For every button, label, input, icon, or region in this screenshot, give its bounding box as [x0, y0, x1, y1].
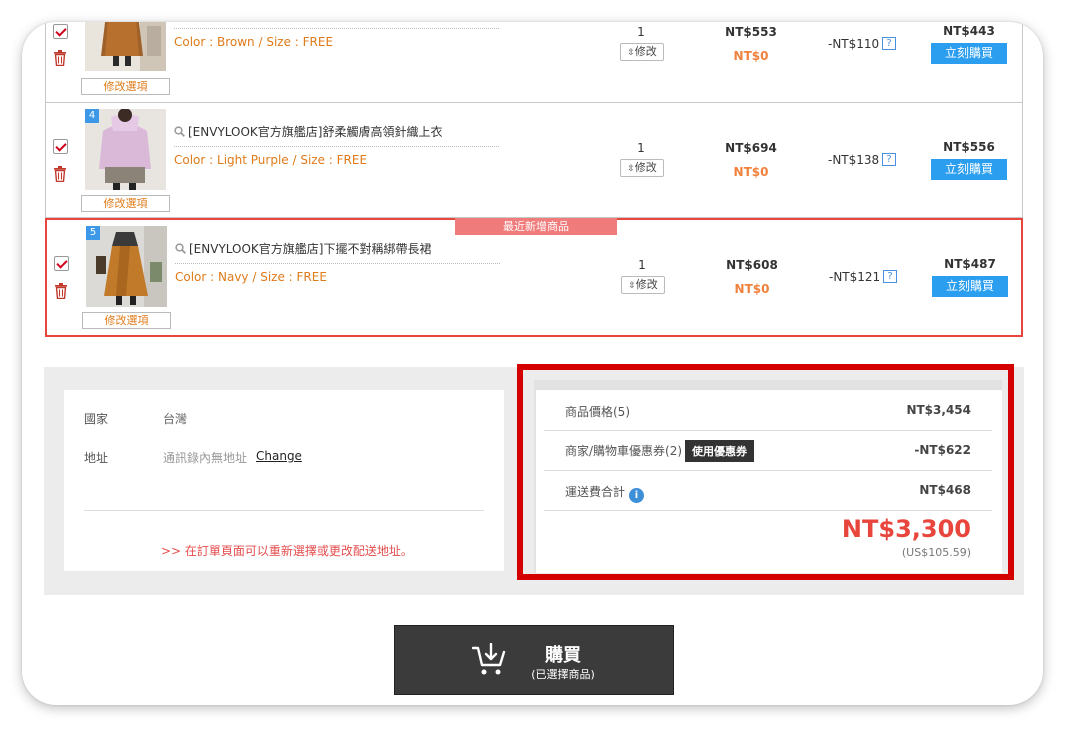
- item-checkbox[interactable]: [53, 24, 68, 39]
- edit-option-button[interactable]: 修改選項: [82, 312, 171, 329]
- product-price-value: NT$3,454: [906, 403, 971, 417]
- item-price: NT$694: [725, 141, 777, 155]
- edit-quantity-label: 修改: [634, 161, 657, 174]
- edit-quantity-label: 修改: [635, 278, 658, 291]
- item-checkbox[interactable]: [54, 256, 69, 271]
- use-coupon-button[interactable]: 使用優惠券: [685, 440, 755, 462]
- item-price: NT$553: [725, 25, 777, 39]
- edit-quantity-label: 修改: [634, 45, 657, 58]
- trash-icon[interactable]: [54, 283, 68, 299]
- coupon-value: -NT$622: [914, 443, 971, 457]
- divider: [544, 510, 992, 511]
- divider: [544, 430, 992, 431]
- product-name-divider: [174, 22, 499, 29]
- buy-now-button[interactable]: 立刻購買: [931, 43, 1007, 64]
- edit-quantity-button[interactable]: ⇳修改: [621, 276, 665, 294]
- purchase-sublabel: (已選擇商品): [531, 668, 595, 681]
- help-icon[interactable]: ?: [882, 153, 896, 166]
- product-name[interactable]: [ENVYLOOK官方旗艦店]下擺不對稱綁帶長裙: [175, 240, 500, 264]
- cart-item-row-recent: 最近新增商品 5 [ENVYLOOK官方旗艦店]下擺不對稱綁帶長裙 Color …: [45, 218, 1023, 337]
- product-color-size: Color : Light Purple / Size : FREE: [174, 153, 368, 167]
- item-shipping: NT$0: [733, 165, 769, 179]
- total-price: NT$3,300: [841, 515, 971, 543]
- item-final-price: NT$556: [943, 140, 995, 154]
- product-name-text: [ENVYLOOK官方旗艦店]舒柔觸膚高領針織上衣: [188, 125, 443, 139]
- shipping-row: 運送費合計 i: [565, 483, 645, 503]
- cart-item-row: Color : Brown / Size : FREE 修改選項 1 ⇳修改 N…: [45, 22, 1023, 103]
- item-index-badge: 4: [85, 109, 99, 123]
- product-price-label: 商品價格(5): [565, 405, 630, 419]
- product-image[interactable]: 5: [86, 226, 167, 307]
- trash-icon[interactable]: [53, 50, 67, 66]
- help-icon[interactable]: ?: [883, 270, 897, 283]
- product-image[interactable]: [85, 22, 166, 71]
- product-image[interactable]: 4: [85, 109, 166, 190]
- divider: [544, 470, 992, 471]
- purchase-button[interactable]: 購買 (已選擇商品): [394, 625, 674, 695]
- coupon-label: 商家/購物車優惠券(2): [565, 444, 683, 458]
- item-shipping: NT$0: [733, 49, 769, 63]
- quantity-value: 1: [638, 258, 646, 272]
- trash-icon[interactable]: [53, 166, 67, 182]
- stepper-icon: ⇳: [628, 281, 636, 291]
- change-address-link[interactable]: Change: [256, 449, 302, 463]
- item-final-price: NT$443: [943, 24, 995, 38]
- search-icon: [174, 126, 185, 137]
- buy-now-button[interactable]: 立刻購買: [932, 276, 1008, 297]
- country-label: 國家: [84, 412, 109, 426]
- buy-now-button[interactable]: 立刻購買: [931, 159, 1007, 180]
- item-price: NT$608: [726, 258, 778, 272]
- country-value: 台灣: [163, 412, 188, 426]
- quantity-value: 1: [637, 141, 645, 155]
- cart-item-row: 4 [ENVYLOOK官方旗艦店]舒柔觸膚高領針織上衣 Color : Ligh…: [45, 103, 1023, 218]
- address-label: 地址: [84, 451, 109, 465]
- address-note: >> 在訂單頁面可以重新選擇或更改配送地址。: [161, 544, 413, 558]
- total-price-usd: (US$105.59): [901, 546, 971, 559]
- shipping-value: NT$468: [919, 483, 971, 497]
- product-name-text: [ENVYLOOK官方旗艦店]下擺不對稱綁帶長裙: [189, 242, 432, 256]
- info-icon[interactable]: i: [629, 488, 645, 503]
- product-color-size: Color : Navy / Size : FREE: [175, 270, 327, 284]
- item-checkbox[interactable]: [53, 139, 68, 154]
- edit-quantity-button[interactable]: ⇳修改: [620, 159, 664, 177]
- recently-added-badge: 最近新增商品: [455, 218, 617, 235]
- stepper-icon: ⇳: [627, 164, 635, 174]
- help-icon[interactable]: ?: [882, 37, 896, 50]
- search-icon: [175, 243, 186, 254]
- item-index-badge: 5: [86, 226, 100, 240]
- summary-header-bar: [534, 380, 1002, 390]
- purchase-label: 購買: [545, 645, 581, 666]
- product-name[interactable]: [ENVYLOOK官方旗艦店]舒柔觸膚高領針織上衣: [174, 123, 499, 147]
- item-final-price: NT$487: [944, 257, 996, 271]
- item-discount: -NT$121: [829, 270, 881, 284]
- edit-quantity-button[interactable]: ⇳修改: [620, 43, 664, 61]
- item-shipping: NT$0: [734, 282, 770, 296]
- shipping-label: 運送費合計: [565, 485, 626, 499]
- quantity-value: 1: [637, 25, 645, 39]
- edit-option-button[interactable]: 修改選項: [81, 78, 170, 95]
- divider: [84, 510, 484, 511]
- item-discount: -NT$138: [828, 153, 880, 167]
- cart-download-icon: [472, 643, 506, 675]
- stepper-icon: ⇳: [627, 48, 635, 58]
- cart-page: Color : Brown / Size : FREE 修改選項 1 ⇳修改 N…: [22, 22, 1043, 705]
- item-discount: -NT$110: [828, 37, 880, 51]
- product-color-size: Color : Brown / Size : FREE: [174, 35, 334, 49]
- edit-option-button[interactable]: 修改選項: [81, 195, 170, 212]
- coupon-row: 商家/購物車優惠券(2) 使用優惠券: [565, 440, 755, 462]
- address-value: 通訊錄內無地址: [163, 451, 248, 465]
